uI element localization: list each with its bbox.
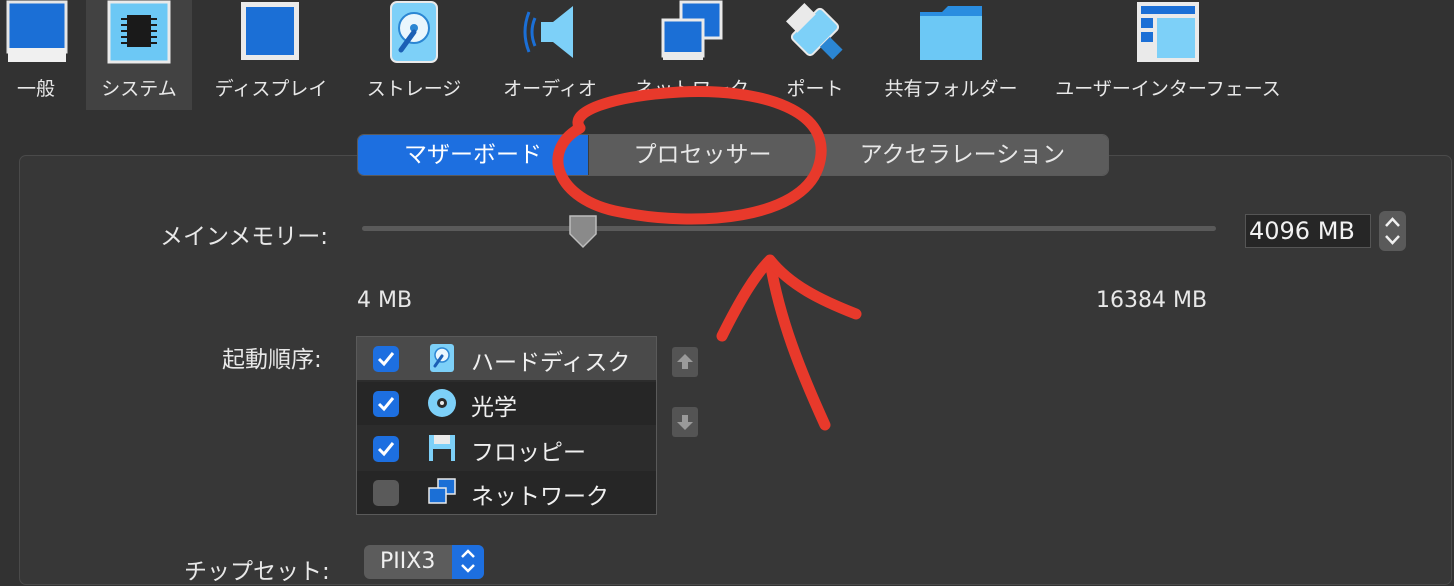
checkbox-checked[interactable] [373, 346, 399, 372]
list-item-label: 光学 [471, 395, 517, 421]
toolbar-item-shared-folders[interactable]: 共有フォルダー [876, 0, 1026, 110]
optical-disc-icon [428, 389, 456, 417]
move-up-button[interactable] [672, 347, 698, 377]
chevron-updown-icon [461, 549, 475, 573]
port-icon [786, 3, 843, 60]
memory-value-field[interactable]: 4096 MB [1245, 214, 1371, 248]
folder-icon [920, 6, 982, 60]
memory-min-label: 4 MB [357, 288, 413, 313]
list-item[interactable]: 光学 [357, 382, 656, 425]
chip-icon [107, 0, 171, 64]
toolbar-item-user-interface[interactable]: ユーザーインターフェース [1050, 0, 1286, 110]
list-item-label: フロッピー [471, 440, 586, 466]
toolbar-item-general[interactable]: 一般 [0, 0, 72, 110]
memory-stepper[interactable] [1379, 211, 1406, 251]
chipset-value: PIIX3 [380, 549, 436, 574]
toolbar-label: ユーザーインターフェース [1055, 78, 1281, 100]
boot-order-list: ハードディスク 光学 フロッピー ネットワーク [356, 336, 657, 515]
toolbar-label: ディスプレイ [214, 78, 328, 100]
hard-disk-icon [430, 344, 454, 372]
stepper-arrows-icon [1385, 217, 1400, 245]
toolbar-label: システム [101, 78, 177, 100]
display-icon [241, 2, 299, 60]
monitor-general-icon [6, 0, 68, 62]
toolbar-item-audio[interactable]: オーディオ [494, 0, 606, 110]
toolbar-label: ポート [786, 78, 844, 100]
checkbox-checked[interactable] [373, 391, 399, 417]
toolbar-label: 一般 [16, 78, 55, 100]
checkbox-checked[interactable] [373, 436, 399, 462]
move-down-button[interactable] [672, 407, 698, 437]
list-item-label: ハードディスク [471, 350, 631, 376]
chipset-select[interactable]: PIIX3 [364, 545, 484, 579]
network-icon [428, 478, 456, 504]
settings-toolbar: 一般 システム ディスプレイ ストレージ オーディオ ネットワーク ポート 共有… [0, 0, 1454, 112]
floppy-icon [429, 435, 455, 461]
toolbar-item-display[interactable]: ディスプレイ [208, 0, 334, 110]
toolbar-label: ネットワーク [634, 78, 749, 100]
checkbox-unchecked[interactable] [373, 480, 399, 506]
toolbar-label: 共有フォルダー [884, 78, 1018, 100]
toolbar-label: ストレージ [366, 78, 462, 100]
toolbar-item-system[interactable]: システム [86, 0, 192, 110]
toolbar-label: オーディオ [503, 78, 597, 100]
memory-max-label: 16384 MB [1096, 288, 1208, 313]
memory-slider-track[interactable] [362, 226, 1216, 231]
toolbar-item-network[interactable]: ネットワーク [632, 0, 752, 110]
list-item-label: ネットワーク [471, 484, 609, 510]
toolbar-item-ports[interactable]: ポート [770, 0, 860, 110]
list-item[interactable]: ハードディスク [357, 337, 656, 380]
chipset-label: チップセット: [184, 559, 330, 585]
boot-order-label: 起動順序: [222, 347, 322, 373]
speaker-icon [523, 6, 573, 58]
hard-disk-icon [390, 1, 438, 63]
memory-label: メインメモリー: [160, 224, 329, 250]
arrow-down-icon [677, 415, 693, 430]
tab-acceleration[interactable]: アクセラレーション [816, 135, 1108, 175]
tab-processor[interactable]: プロセッサー [588, 135, 816, 175]
tab-bar: マザーボード プロセッサー アクセラレーション [357, 134, 1109, 176]
list-item[interactable]: ネットワーク [357, 471, 656, 514]
list-item[interactable]: フロッピー [357, 427, 656, 470]
window-layout-icon [1137, 2, 1199, 62]
network-icon [661, 0, 723, 60]
tab-motherboard[interactable]: マザーボード [358, 135, 588, 175]
toolbar-item-storage[interactable]: ストレージ [358, 0, 470, 110]
memory-slider-thumb[interactable] [567, 214, 599, 250]
chipset-select-arrow[interactable] [452, 545, 484, 579]
arrow-up-icon [677, 354, 693, 369]
